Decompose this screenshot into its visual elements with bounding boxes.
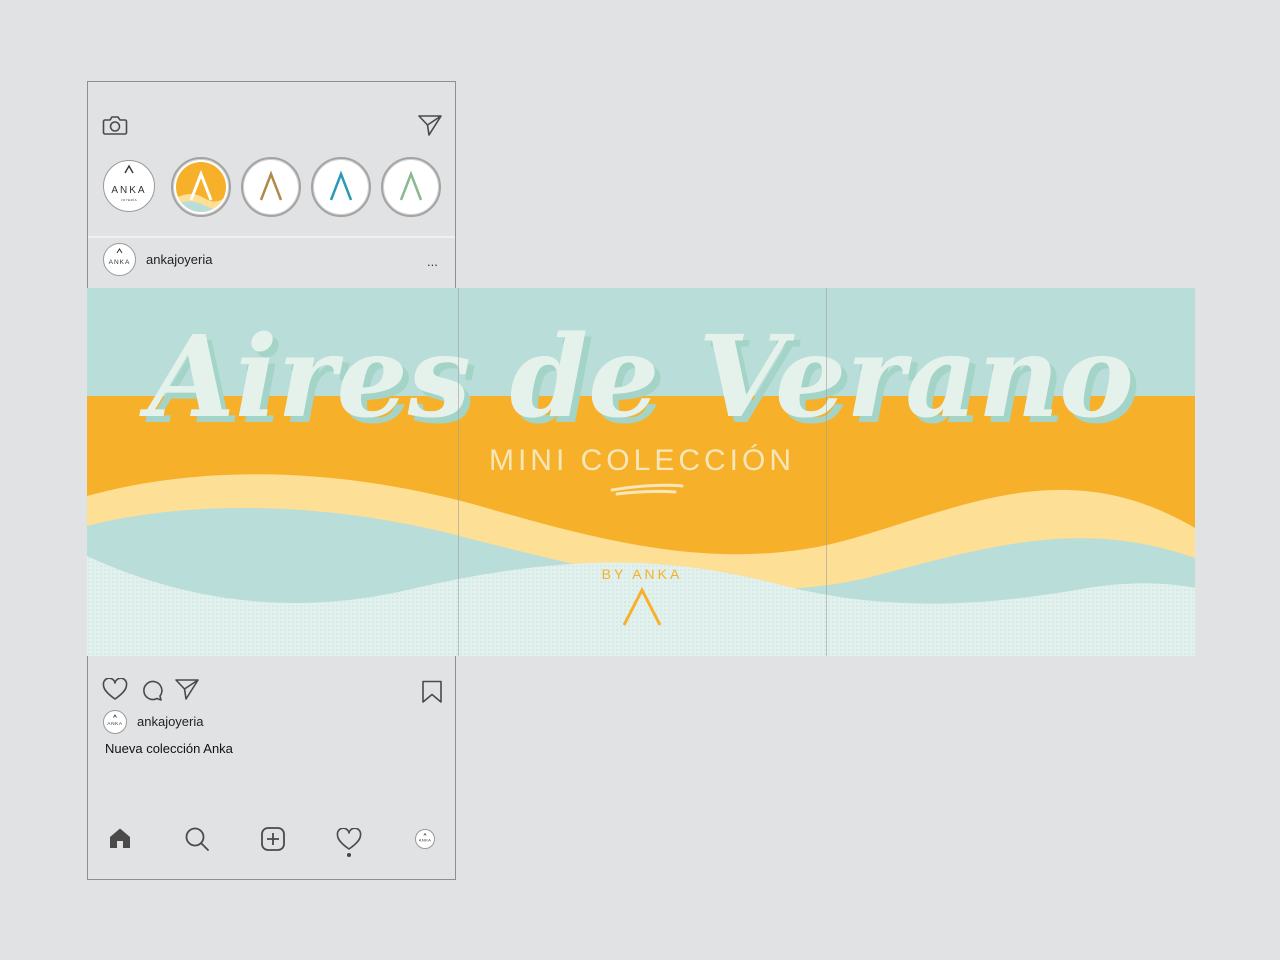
carousel-divider-1 bbox=[458, 288, 459, 656]
story-anka-own[interactable]: ANKA JOYERÍA bbox=[103, 160, 155, 212]
post-username[interactable]: ankajoyeria bbox=[146, 252, 213, 267]
profile-avatar-icon[interactable]: ANKA bbox=[415, 829, 435, 849]
add-post-icon[interactable] bbox=[260, 826, 286, 852]
share-icon[interactable] bbox=[174, 677, 200, 701]
notification-dot bbox=[347, 853, 351, 857]
story-gold[interactable] bbox=[241, 157, 301, 217]
paper-plane-icon[interactable] bbox=[417, 113, 443, 137]
post-avatar[interactable]: ANKA bbox=[103, 243, 136, 276]
post-carousel-image[interactable]: Aires de Verano Aires de Verano MINI COL… bbox=[87, 288, 1195, 656]
caption-username[interactable]: ankajoyeria bbox=[137, 714, 204, 729]
banner-byline: BY ANKA bbox=[602, 566, 683, 582]
story-green[interactable] bbox=[381, 157, 441, 217]
svg-text:JOYERÍA: JOYERÍA bbox=[121, 198, 137, 202]
banner-title: Aires de Verano bbox=[139, 312, 1134, 443]
anka-logo-icon: ANKA JOYERÍA bbox=[111, 164, 146, 202]
bookmark-icon[interactable] bbox=[421, 680, 443, 704]
stories-divider bbox=[88, 236, 455, 238]
svg-text:ANKA: ANKA bbox=[419, 838, 432, 843]
home-icon[interactable] bbox=[108, 827, 132, 849]
svg-text:ANKA: ANKA bbox=[109, 259, 131, 266]
comment-icon[interactable] bbox=[140, 678, 164, 702]
carousel-divider-2 bbox=[826, 288, 827, 656]
more-options-icon[interactable]: ... bbox=[427, 254, 438, 269]
search-icon[interactable] bbox=[184, 826, 210, 852]
story-teal[interactable] bbox=[311, 157, 371, 217]
caption-avatar[interactable]: ANKA bbox=[103, 710, 127, 734]
caption-text: Nueva colección Anka bbox=[105, 741, 233, 756]
svg-text:ANKA: ANKA bbox=[111, 185, 146, 196]
activity-heart-icon[interactable] bbox=[336, 828, 362, 852]
camera-icon[interactable] bbox=[102, 113, 128, 137]
banner-subtitle: MINI COLECCIÓN bbox=[489, 444, 795, 477]
heart-icon[interactable] bbox=[102, 678, 128, 702]
story-yellow[interactable] bbox=[171, 157, 231, 217]
svg-text:ANKA: ANKA bbox=[107, 721, 123, 727]
